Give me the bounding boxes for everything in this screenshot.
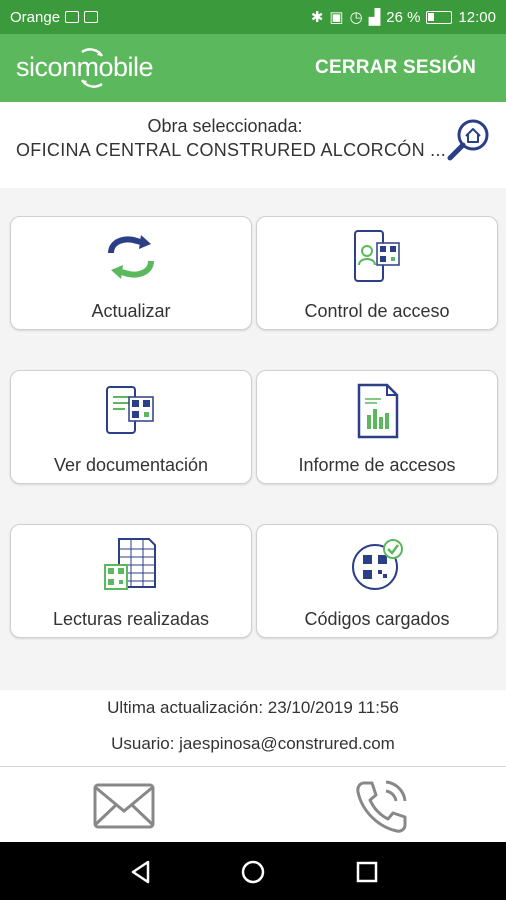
app-notification-icon bbox=[84, 11, 99, 23]
phone-call-icon[interactable] bbox=[350, 777, 414, 835]
tile-ver-documentacion[interactable]: Ver documentación bbox=[10, 370, 252, 484]
tile-actualizar[interactable]: Actualizar bbox=[10, 216, 252, 330]
search-project-icon[interactable] bbox=[444, 116, 492, 164]
tile-label: Control de acceso bbox=[304, 301, 450, 321]
phone-qr-document-icon bbox=[106, 386, 154, 434]
status-bar: Orange ✱ ▣ ◷ ▟ 26 % 12:00 bbox=[0, 0, 506, 34]
battery-icon bbox=[426, 10, 453, 24]
tile-label: Actualizar bbox=[91, 301, 171, 321]
app-bar: siconmobile CERRAR SESIÓN bbox=[0, 34, 506, 102]
home-icon[interactable] bbox=[240, 859, 266, 885]
signal-icon: ▟ bbox=[368, 9, 381, 26]
notification-icon bbox=[65, 11, 80, 23]
phone-qr-user-icon bbox=[354, 230, 400, 282]
selected-project-name[interactable]: OFICINA CENTRAL CONSTRURED ALCORCÓN ... bbox=[16, 140, 446, 161]
tile-label: Informe de accesos bbox=[298, 455, 456, 475]
logout-button[interactable]: CERRAR SESIÓN bbox=[315, 57, 476, 79]
tile-lecturas-realizadas[interactable]: Lecturas realizadas bbox=[10, 524, 252, 638]
tile-label: Ver documentación bbox=[53, 455, 209, 475]
qr-check-icon bbox=[352, 539, 403, 590]
spreadsheet-qr-icon bbox=[104, 538, 156, 590]
battery-label: 26 % bbox=[386, 8, 421, 26]
back-icon[interactable] bbox=[128, 859, 154, 885]
bottom-actions bbox=[0, 766, 506, 842]
tile-informe-accesos[interactable]: Informe de accesos bbox=[256, 370, 498, 484]
logo-text: siconmobile bbox=[16, 52, 153, 82]
tile-label: Lecturas realizadas bbox=[52, 609, 210, 629]
sync-icon bbox=[108, 235, 154, 279]
tile-codigos-cargados[interactable]: Códigos cargados bbox=[256, 524, 498, 638]
bluetooth-icon: ✱ bbox=[310, 9, 324, 26]
alarm-icon: ◷ bbox=[349, 9, 363, 26]
last-update-text: Ultima actualización: 23/10/2019 11:56 bbox=[107, 698, 399, 717]
recents-icon[interactable] bbox=[354, 859, 380, 885]
report-chart-icon bbox=[357, 383, 399, 439]
selected-project-panel: Obra seleccionada: OFICINA CENTRAL CONST… bbox=[0, 102, 506, 188]
tile-control-acceso[interactable]: Control de acceso bbox=[256, 216, 498, 330]
app-logo: siconmobile bbox=[16, 46, 176, 90]
clock: 12:00 bbox=[458, 8, 496, 26]
system-navigation-bar bbox=[0, 842, 506, 900]
selected-project-label: Obra seleccionada: bbox=[147, 116, 303, 136]
tile-label: Códigos cargados bbox=[304, 609, 450, 629]
mail-icon[interactable] bbox=[92, 777, 156, 835]
user-text: Usuario: jaespinosa@construred.com bbox=[111, 734, 395, 753]
nfc-icon: ▣ bbox=[329, 9, 344, 26]
siconmobile-logo: siconmobile bbox=[16, 48, 154, 88]
info-panel: Ultima actualización: 23/10/2019 11:56 U… bbox=[0, 690, 506, 766]
carrier-label: Orange bbox=[10, 8, 61, 26]
